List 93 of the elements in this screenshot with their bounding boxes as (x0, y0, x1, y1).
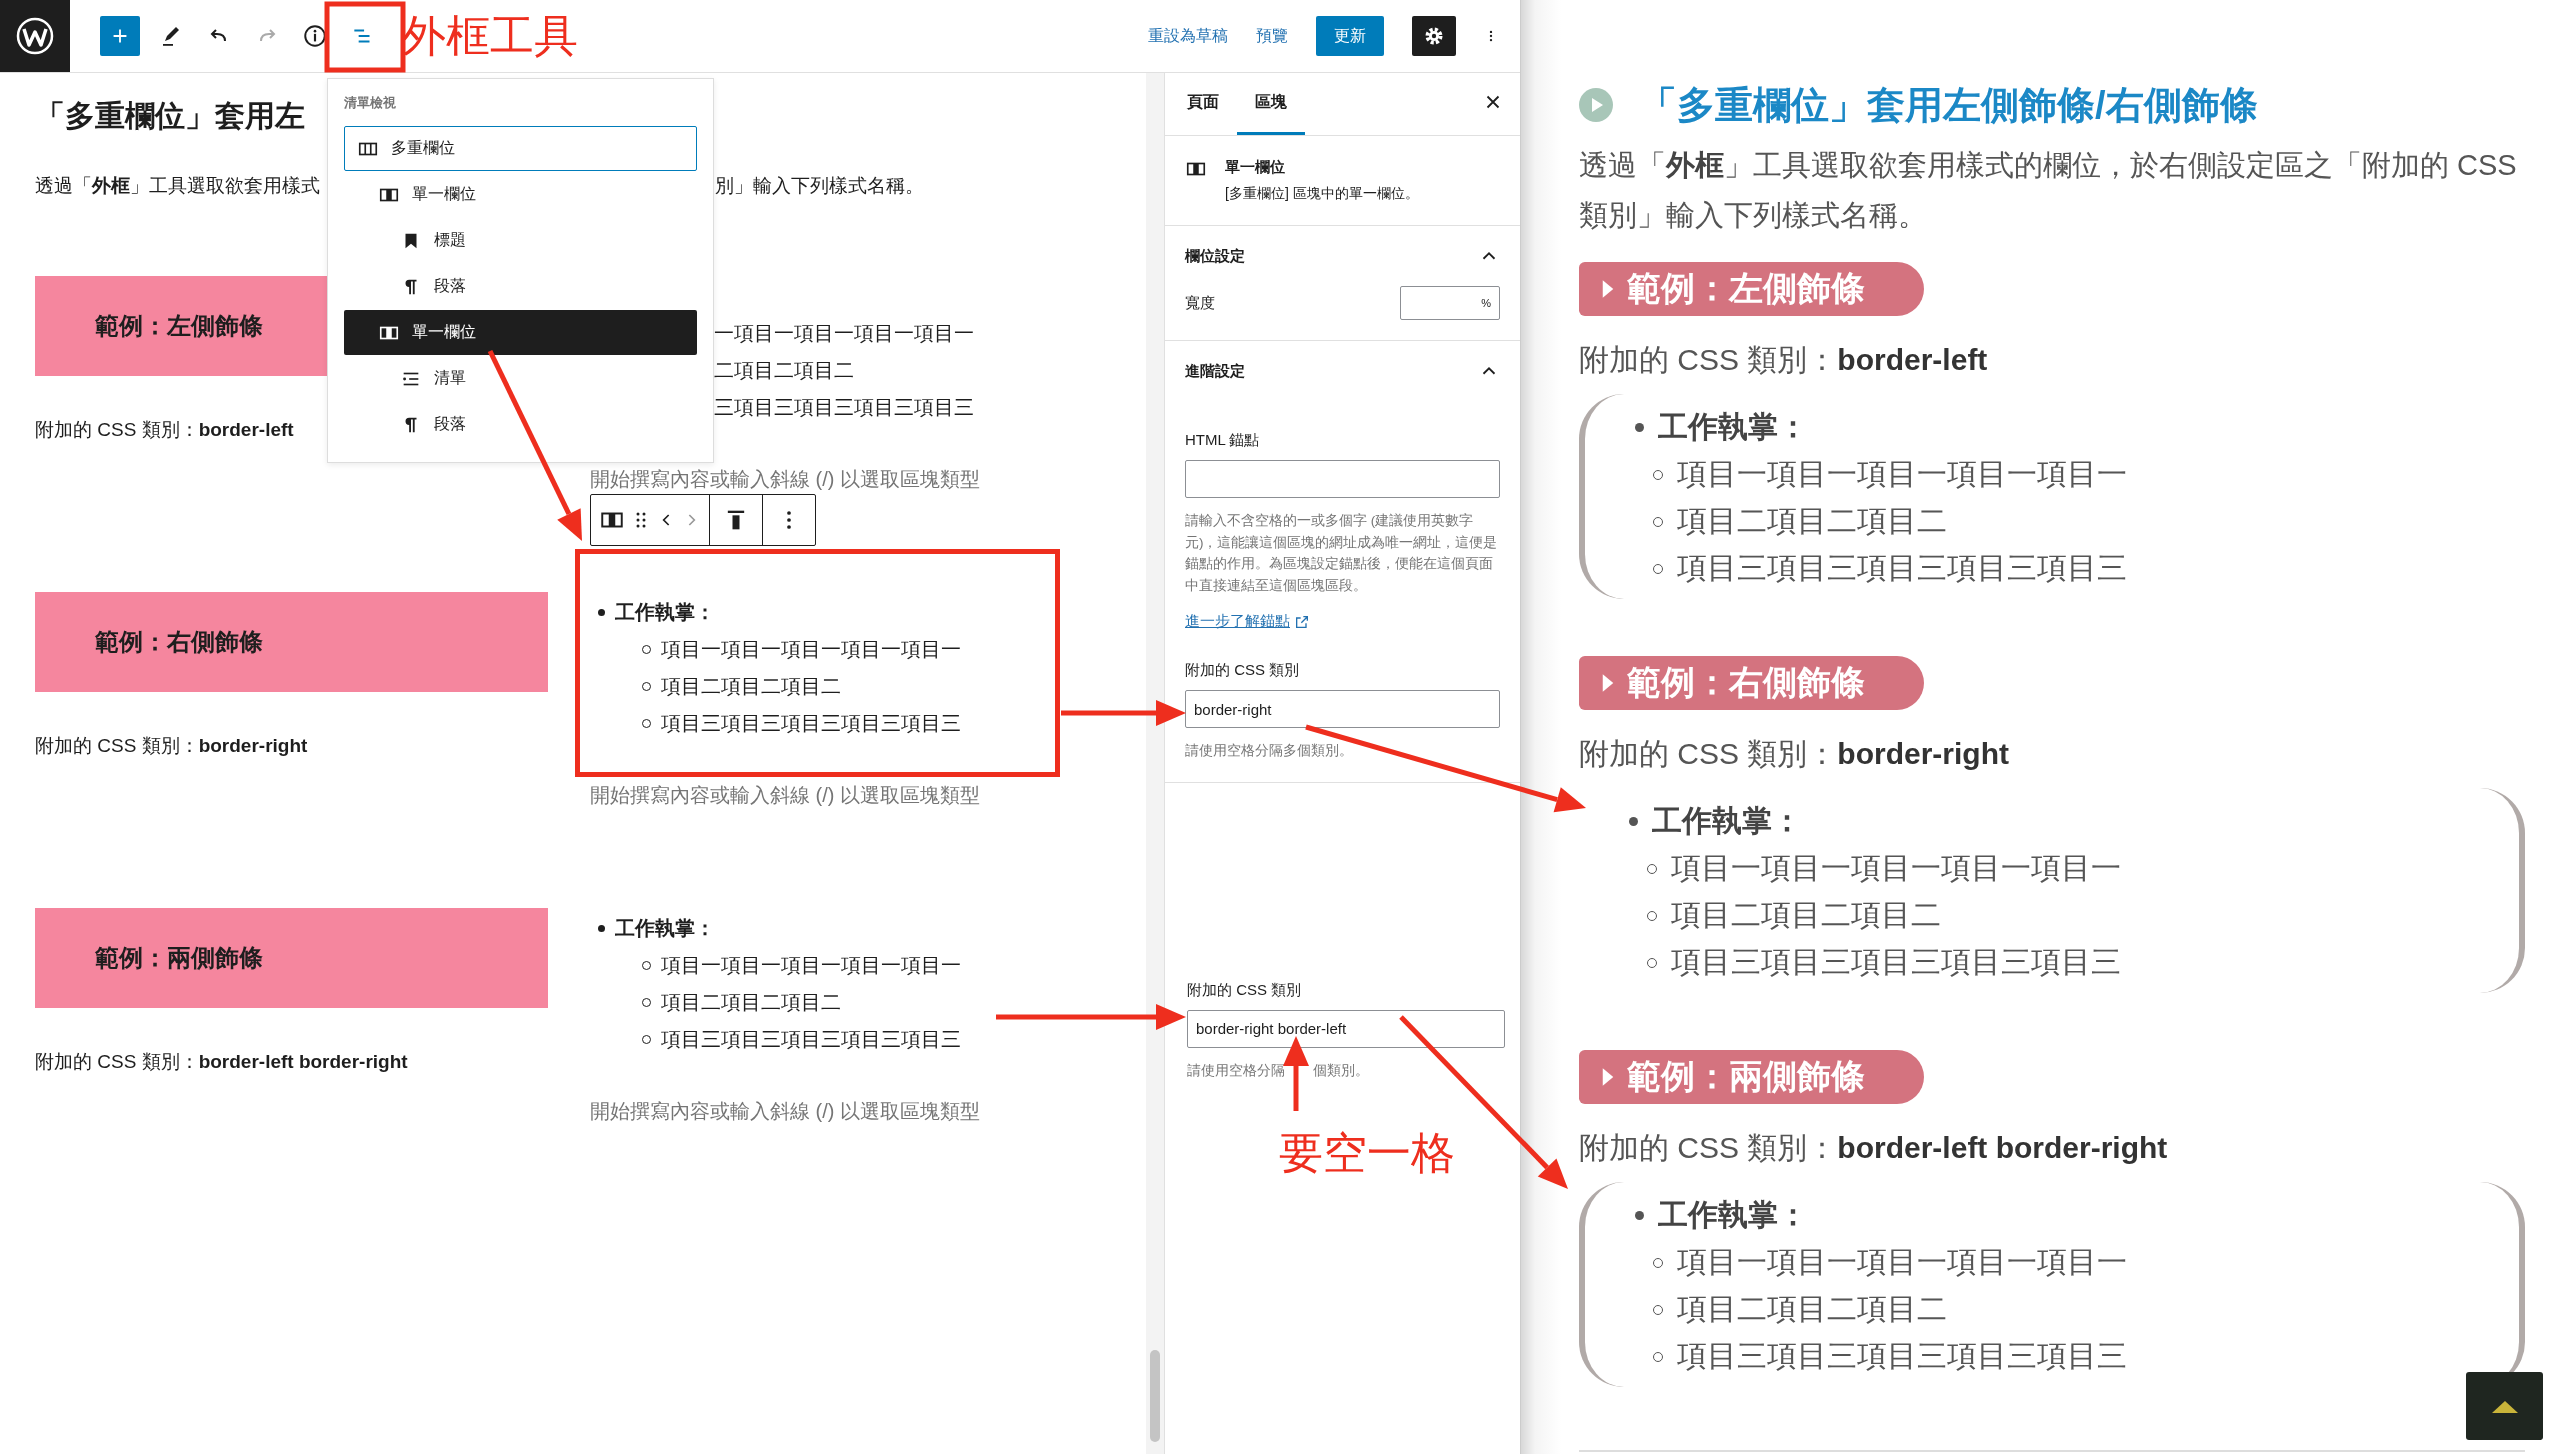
example-heading: 範例：右側飾條 (1579, 656, 1924, 710)
help-text: 請使用空格分隔多個類別。 (1185, 742, 1354, 760)
help-text: 個類別。 (1313, 1061, 1369, 1080)
unit-label: % (1481, 297, 1491, 309)
field-label: 附加的 CSS 類別 (1185, 661, 1300, 680)
text-field[interactable]: border-right border-left (1187, 1009, 1505, 1048)
bullet-dot (1635, 1211, 1644, 1220)
empty-block-field[interactable]: 開始撰寫內容或輸入斜線 (/) 以選取區塊類型 (590, 1099, 980, 1123)
sidebar-tab[interactable]: 區塊 (1237, 73, 1305, 135)
learn-more-link[interactable]: 進一步了解錨點 (1185, 612, 1310, 631)
css-class-label: 附加的 CSS 類別：border-right (35, 734, 308, 758)
css-class-label: 附加的 CSS 類別：border-left border-right (1579, 1130, 2168, 1166)
list-view-item[interactable]: 多重欄位 (344, 126, 697, 171)
list-view-item[interactable]: 單一欄位 (344, 310, 697, 355)
block-description: [多重欄位] 區塊中的單一欄位。 (1225, 185, 1419, 203)
example-heading: 範例：左側飾條 (1579, 262, 1924, 316)
logo-icon[interactable] (0, 0, 70, 72)
heading-text: 範例：左側飾條 (95, 311, 263, 341)
field-label: 寬度 (1185, 293, 1215, 313)
scrollbar-thumb[interactable] (1150, 1350, 1160, 1442)
back-to-top-button[interactable] (2466, 1372, 2543, 1440)
list-item: 項目三項目三項目三項目三項目三 (661, 1027, 961, 1052)
header-link[interactable]: 預覽 (1256, 25, 1288, 47)
list-view-item[interactable]: 段落 (344, 264, 697, 309)
list-item: 項目二項目二項目二 (661, 990, 841, 1015)
annotation-text: 要空一格 (1279, 1131, 1455, 1175)
panel-header[interactable]: 欄位設定 (1185, 226, 1500, 286)
panel-title: 進階設定 (1185, 361, 1245, 381)
field-label: 附加的 CSS 類別 (1187, 980, 1302, 1000)
bullet-dot (1629, 817, 1638, 826)
width-field[interactable]: % (1400, 286, 1500, 320)
list-title: 工作執掌： (615, 600, 715, 625)
triangle-icon (1601, 672, 1615, 694)
text-field[interactable]: border-right (1185, 690, 1500, 728)
list-item: 項目三項目三項目三項目三項目三 (1677, 1338, 2127, 1374)
example-heading: 範例：兩側飾條 (1579, 1050, 1924, 1104)
article-title: 「多重欄位」套用左側飾條/右側飾條 (1639, 82, 2258, 128)
css-class-label: 附加的 CSS 類別：border-left (35, 418, 294, 442)
list-view-item[interactable]: 單一欄位 (344, 172, 697, 217)
list-view-item[interactable]: 標題 (344, 218, 697, 263)
panel-title: 清單檢視 (344, 94, 396, 112)
list-item: 項目二項目二項目二 (1671, 897, 1941, 933)
help-text: 請使用空格分隔 (1187, 1061, 1285, 1080)
list-item: 項目三項目三項目三項目三項目三 (1677, 550, 2127, 586)
list-item: 三項目三項目三項目三項目三 (714, 395, 974, 420)
list-item: 二項目二項目二 (714, 358, 854, 383)
empty-block-field[interactable]: 開始撰寫內容或輸入斜線 (/) 以選取區塊類型 (590, 467, 980, 491)
list-item: 項目二項目二項目二 (1677, 503, 1947, 539)
add-block-button[interactable] (100, 16, 140, 56)
help-text: 請輸入不含空格的一或多個字 (建議使用英數字元)，這能讓這個區塊的網址成為唯一網址，這便是錨點的作用。為區塊設定錨點後，便能在這個頁面中直接連結至這個區塊區段。 (1185, 512, 1499, 595)
external-link-icon (1294, 613, 1310, 630)
text-field[interactable] (1185, 460, 1500, 498)
bullet-dot (1635, 423, 1644, 432)
bullet-dot (598, 925, 605, 932)
list-item: 項目二項目二項目二 (1677, 1291, 1947, 1327)
play-circle-icon (1579, 88, 1613, 122)
heading-text: 範例：右側飾條 (95, 627, 263, 657)
triangle-icon (1601, 1066, 1615, 1088)
list-item: 項目三項目三項目三項目三項目三 (661, 711, 961, 736)
list-title: 工作執掌： (1652, 803, 1802, 839)
update-button[interactable]: 更新 (1316, 16, 1384, 56)
empty-block-field[interactable]: 開始撰寫內容或輸入斜線 (/) 以選取區塊類型 (590, 783, 980, 807)
panel-header[interactable]: 進階設定 (1185, 341, 1500, 401)
list-view-item[interactable]: 清單 (344, 356, 697, 401)
list-item: 項目三項目三項目三項目三項目三 (1671, 944, 2121, 980)
list-item: 項目一項目一項目一項目一項目一 (661, 953, 961, 978)
paragraph-text: 別」輸入下列樣式名稱。 (715, 174, 924, 198)
list-item: 一項目一項目一項目一項目一 (714, 321, 974, 346)
panel-title: 欄位設定 (1185, 246, 1245, 266)
list-title: 工作執掌： (1658, 1197, 1808, 1233)
css-class-label: 附加的 CSS 類別：border-left (1579, 342, 1988, 378)
list-item: 項目二項目二項目二 (661, 674, 841, 699)
list-item: 項目一項目一項目一項目一項目一 (1677, 1244, 2127, 1280)
post-title: 「多重欄位」套用左 (35, 98, 305, 134)
paragraph-text: 透過「外框」工具選取欲套用樣式 (35, 174, 320, 198)
settings-icon[interactable] (1412, 16, 1456, 56)
heading-text: 範例：兩側飾條 (95, 943, 263, 973)
header-link[interactable]: 重設為草稿 (1148, 25, 1228, 47)
list-item: 項目一項目一項目一項目一項目一 (1671, 850, 2121, 886)
css-class-label: 附加的 CSS 類別：border-right (1579, 736, 2009, 772)
block-name: 單一欄位 (1225, 158, 1286, 177)
article-paragraph: 透過「外框」工具選取欲套用樣式的欄位，於右側設定區之「附加的 CSS 類別」輸入下列樣式名稱。 (1579, 148, 2518, 233)
list-view-item[interactable]: 段落 (344, 402, 697, 447)
list-title: 工作執掌： (615, 916, 715, 941)
annotation-text: 外框工具 (402, 14, 578, 58)
css-class-label: 附加的 CSS 類別：border-left border-right (35, 1050, 408, 1074)
list-title: 工作執掌： (1658, 409, 1808, 445)
list-item: 項目一項目一項目一項目一項目一 (661, 637, 961, 662)
list-item: 項目一項目一項目一項目一項目一 (1677, 456, 2127, 492)
triangle-icon (1601, 278, 1615, 300)
field-label: HTML 錨點 (1185, 431, 1260, 450)
sidebar-tab[interactable]: 頁面 (1169, 73, 1237, 135)
bullet-dot (598, 609, 605, 616)
